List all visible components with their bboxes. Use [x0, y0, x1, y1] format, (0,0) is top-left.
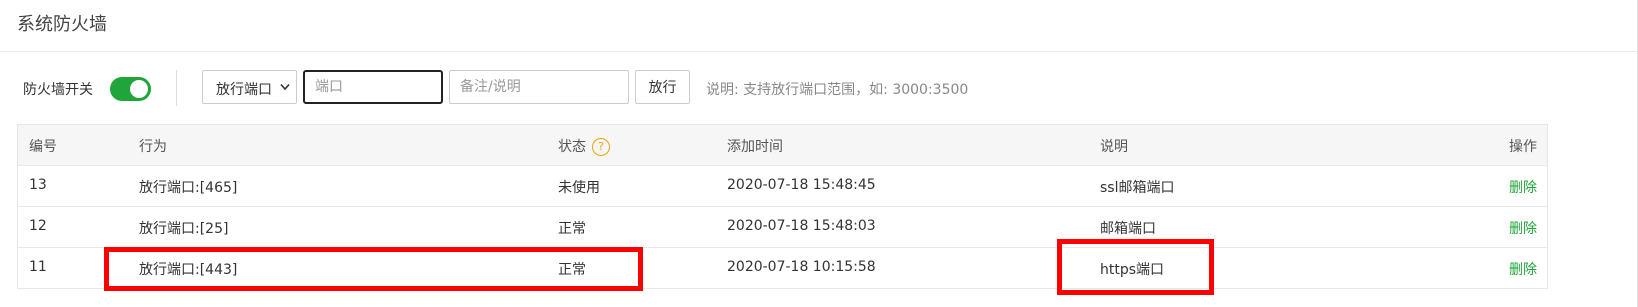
header-op: 操作: [1509, 139, 1537, 155]
rule-type-value: 放行端口: [216, 82, 272, 98]
row-action: 放行端口:[465]: [139, 180, 238, 196]
page-header: 系统防火墙: [0, 0, 1638, 52]
row-status: 正常: [558, 262, 586, 278]
header-note: 说明: [1100, 139, 1128, 155]
header-action: 行为: [139, 139, 167, 155]
note-input[interactable]: [449, 70, 629, 104]
delete-link[interactable]: 删除: [1509, 259, 1537, 279]
rule-type-select[interactable]: 放行端口: [202, 70, 297, 104]
table-row: 12 放行端口:[25] 正常 2020-07-18 15:48:03 邮箱端口…: [18, 207, 1547, 248]
firewall-switch-label: 防火墙开关: [23, 82, 93, 98]
help-icon[interactable]: ?: [592, 138, 610, 156]
table-row: 13 放行端口:[465] 未使用 2020-07-18 15:48:45 ss…: [18, 166, 1547, 207]
toggle-knob: [130, 80, 148, 98]
table-row: 11 放行端口:[443] 正常 2020-07-18 10:15:58 htt…: [18, 248, 1547, 289]
row-time: 2020-07-18 10:15:58: [727, 259, 876, 275]
row-time: 2020-07-18 15:48:45: [727, 177, 876, 193]
row-action: 放行端口:[443]: [139, 262, 238, 278]
row-note: https端口: [1100, 262, 1165, 278]
row-id: 12: [29, 218, 47, 234]
delete-link[interactable]: 删除: [1509, 218, 1537, 238]
allow-button[interactable]: 放行: [635, 70, 690, 104]
header-status: 状态?: [558, 136, 610, 156]
page-title: 系统防火墙: [17, 14, 107, 35]
row-status: 未使用: [558, 180, 600, 196]
port-input[interactable]: [303, 70, 443, 104]
table-header-row: 编号 行为 状态? 添加时间 说明 操作: [18, 125, 1547, 166]
header-id: 编号: [29, 139, 57, 155]
header-status-label: 状态: [558, 139, 586, 155]
firewall-toggle[interactable]: [110, 77, 151, 101]
chevron-down-icon: [280, 83, 290, 91]
hint-text: 说明: 支持放行端口范围，如: 3000:3500: [706, 82, 969, 98]
firewall-toolbar: 防火墙开关 放行端口 放行 说明: 支持放行端口范围，如: 3000:3500: [0, 70, 1638, 106]
row-time: 2020-07-18 15:48:03: [727, 218, 876, 234]
row-note: ssl邮箱端口: [1100, 180, 1175, 196]
row-action: 放行端口:[25]: [139, 221, 229, 237]
toolbar-divider: [176, 70, 177, 106]
row-status: 正常: [558, 221, 586, 237]
header-time: 添加时间: [727, 139, 783, 155]
firewall-rules-table: 编号 行为 状态? 添加时间 说明 操作 13 放行端口:[465] 未使用 2…: [17, 124, 1548, 289]
row-id: 13: [29, 177, 47, 193]
row-note: 邮箱端口: [1100, 221, 1156, 237]
row-id: 11: [29, 259, 47, 275]
delete-link[interactable]: 删除: [1509, 177, 1537, 197]
